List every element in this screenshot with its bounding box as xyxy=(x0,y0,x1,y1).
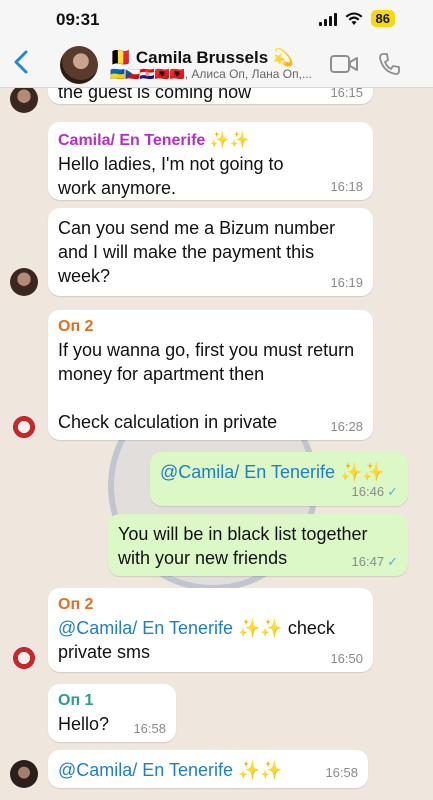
message-time: 16:58 xyxy=(325,765,358,780)
message-list[interactable]: the guest is coming now 16:15 Camila/ En… xyxy=(0,88,433,800)
sender-avatar[interactable] xyxy=(10,760,38,788)
phone-icon[interactable] xyxy=(378,52,400,76)
chat-members[interactable]: 🇺🇦🇨🇿🇭🇷🇦🇱🇦🇱, Алиса Оп, Лана Оп,... xyxy=(110,67,320,81)
message-bubble[interactable]: the guest is coming now 16:15 xyxy=(48,88,373,104)
message-bubble[interactable]: Camila/ En Tenerife ✨✨ Hello ladies, I'm… xyxy=(48,122,373,200)
chat-header: 09:31 86 🇧🇪 Camila Brussels 💫 🇺🇦🇨🇿🇭🇷🇦🇱🇦🇱… xyxy=(0,0,433,88)
wifi-icon xyxy=(345,12,363,25)
sender-name: Оп 1 xyxy=(58,692,94,709)
message-text: If you wanna go, first you must return m… xyxy=(58,340,355,384)
sender-name: Camila/ En Tenerife ✨✨ xyxy=(58,132,250,149)
message-bubble[interactable]: Оп 1 Hello? 16:58 xyxy=(48,684,176,742)
video-call-icon[interactable] xyxy=(330,54,358,74)
message-text: the guest is coming now xyxy=(58,88,252,102)
message-time: 16:46 ✓ xyxy=(351,484,398,499)
message-text: @Camila/ En Tenerife ✨✨ check private sm… xyxy=(58,618,335,662)
group-avatar[interactable] xyxy=(60,46,98,84)
message-text: Hello ladies, I'm not going to work anym… xyxy=(58,154,284,198)
message-time: 16:19 xyxy=(330,275,363,290)
sender-name: Оп 2 xyxy=(58,318,94,335)
message-time: 16:58 xyxy=(133,721,166,736)
message-bubble[interactable]: Can you send me a Bizum number and I wil… xyxy=(48,208,373,296)
message-bubble[interactable]: Оп 2 If you wanna go, first you must ret… xyxy=(48,310,373,440)
sender-name: Оп 2 xyxy=(58,596,94,613)
sender-avatar[interactable] xyxy=(10,88,38,113)
message-text: Check calculation in private xyxy=(58,412,278,432)
status-time: 09:31 xyxy=(56,10,100,29)
message-time: 16:15 xyxy=(330,88,363,100)
message-bubble-outgoing[interactable]: @Camila/ En Tenerife ✨✨ 16:46 ✓ xyxy=(150,452,408,506)
mention-text[interactable]: @Camila/ En Tenerife ✨✨ xyxy=(58,618,283,638)
read-receipt-icon: ✓ xyxy=(387,554,398,569)
message-time: 16:28 xyxy=(330,419,363,434)
message-text: Can you send me a Bizum number and I wil… xyxy=(58,218,336,286)
chat-title[interactable]: 🇧🇪 Camila Brussels 💫 xyxy=(110,48,294,68)
mention-text[interactable]: @Camila/ En Tenerife ✨✨ xyxy=(160,460,398,484)
battery-indicator: 86 xyxy=(370,10,395,27)
mention-text[interactable]: @Camila/ En Tenerife ✨✨ xyxy=(58,758,358,782)
message-time: 16:47 ✓ xyxy=(351,554,398,569)
status-icons: 86 xyxy=(318,10,395,27)
sender-avatar[interactable] xyxy=(10,413,38,441)
sender-avatar[interactable] xyxy=(10,644,38,672)
message-time: 16:18 xyxy=(330,179,363,194)
message-bubble[interactable]: Оп 2 @Camila/ En Tenerife ✨✨ check priva… xyxy=(48,588,373,672)
message-time: 16:50 xyxy=(330,651,363,666)
message-bubble[interactable]: @Camila/ En Tenerife ✨✨ 16:58 xyxy=(48,750,368,788)
back-icon[interactable] xyxy=(10,48,34,76)
message-bubble-outgoing[interactable]: You will be in black list together with … xyxy=(108,514,408,576)
sender-avatar[interactable] xyxy=(10,268,38,296)
read-receipt-icon: ✓ xyxy=(387,484,398,499)
signal-icon xyxy=(318,12,337,26)
